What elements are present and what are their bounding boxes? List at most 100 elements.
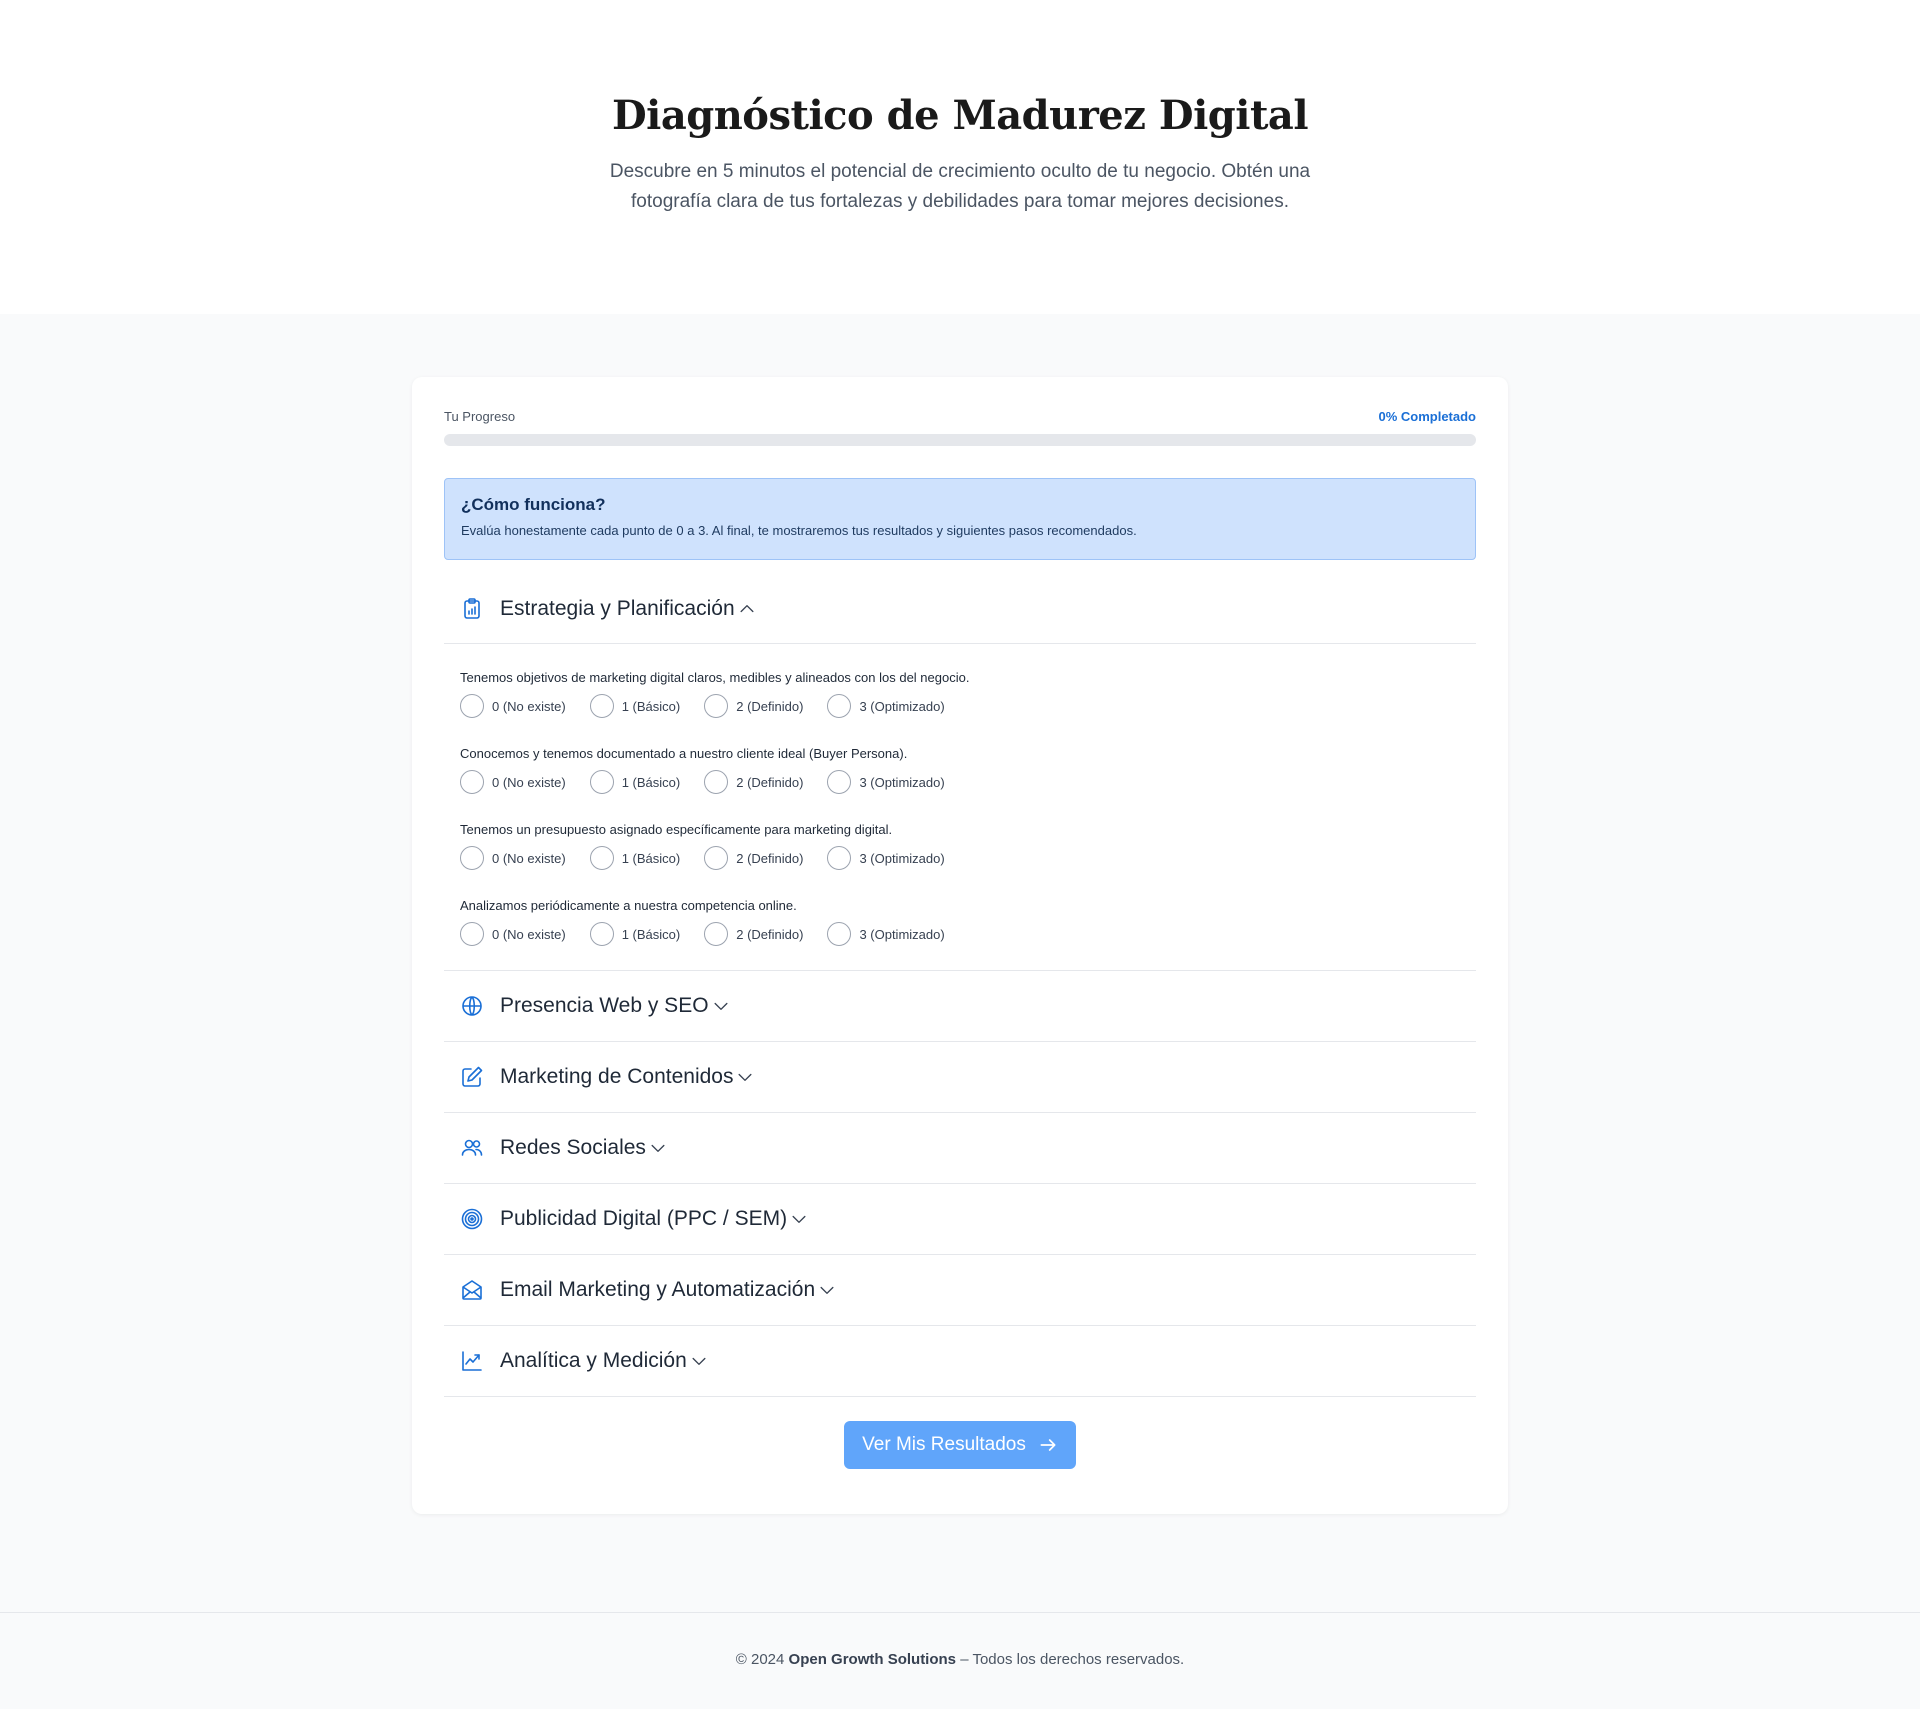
rating-option-1[interactable]: 1 (Básico): [589, 694, 680, 718]
question-list: Tenemos objetivos de marketing digital c…: [444, 644, 1476, 970]
chevron-down-icon: [817, 1280, 837, 1300]
footer-rights: – Todos los derechos reservados.: [960, 1651, 1185, 1668]
main-area: Tu Progreso 0% Completado ¿Cómo funciona…: [0, 314, 1920, 1612]
rating-option-2[interactable]: 2 (Definido): [704, 770, 803, 794]
arrow-right-icon: [1038, 1435, 1058, 1455]
progress-header: Tu Progreso 0% Completado: [444, 409, 1476, 424]
edit-icon: [460, 1065, 484, 1089]
radio-button[interactable]: [704, 694, 729, 718]
clipboard-chart-icon: [460, 597, 484, 621]
question-text: Tenemos un presupuesto asignado específi…: [460, 822, 893, 837]
section-title: Redes Sociales: [500, 1136, 646, 1159]
section: Email Marketing y Automatización: [444, 1255, 1476, 1326]
footer-copyright: © 2024: [735, 1651, 785, 1668]
radio-button[interactable]: [827, 922, 852, 946]
radio-button[interactable]: [460, 846, 484, 870]
question: Conocemos y tenemos documentado a nuestr…: [460, 746, 1460, 794]
radio-button[interactable]: [704, 770, 729, 794]
rating-option-0[interactable]: 0 (No existe): [460, 922, 566, 946]
question: Analizamos periódicamente a nuestra comp…: [460, 898, 1460, 946]
section: Marketing de Contenidos: [444, 1042, 1476, 1113]
info-title: ¿Cómo funciona?: [461, 495, 606, 514]
section-toggle[interactable]: Email Marketing y Automatización: [444, 1255, 1476, 1325]
rating-option-label: 0 (No existe): [492, 850, 566, 866]
rating-option-label: 0 (No existe): [492, 774, 566, 790]
rating-option-2[interactable]: 2 (Definido): [704, 846, 803, 870]
radio-button[interactable]: [827, 770, 852, 794]
section-toggle[interactable]: Analítica y Medición: [444, 1326, 1476, 1396]
section-toggle[interactable]: Estrategia y Planificación: [444, 574, 1476, 644]
question-text: Tenemos objetivos de marketing digital c…: [460, 670, 970, 685]
sections-list: Estrategia y Planificación Tenemos objeti…: [444, 574, 1476, 1397]
radio-button[interactable]: [589, 846, 614, 870]
section-title: Analítica y Medición: [500, 1349, 687, 1372]
radio-button[interactable]: [704, 922, 729, 946]
footer-brand: Open Growth Solutions: [788, 1651, 957, 1668]
section: Redes Sociales: [444, 1113, 1476, 1184]
section-toggle[interactable]: Redes Sociales: [444, 1113, 1476, 1183]
chevron-down-icon: [711, 996, 731, 1016]
rating-option-label: 2 (Definido): [736, 850, 804, 866]
radio-button[interactable]: [589, 694, 614, 718]
rating-option-label: 1 (Básico): [621, 926, 681, 942]
rating-option-3[interactable]: 3 (Optimizado): [827, 922, 945, 946]
question: Tenemos un presupuesto asignado específi…: [460, 822, 1460, 870]
radio-button[interactable]: [460, 922, 484, 946]
section-title: Email Marketing y Automatización: [500, 1278, 816, 1301]
rating-options: 0 (No existe) 1 (Básico) 2 (Definido) 3 (Op…: [460, 770, 1460, 794]
section-toggle[interactable]: Publicidad Digital (PPC / SEM): [444, 1184, 1476, 1254]
rating-option-1[interactable]: 1 (Básico): [589, 770, 681, 794]
progress-label: Tu Progreso: [444, 409, 516, 424]
info-box: ¿Cómo funciona? Evalúa honestamente cada…: [444, 478, 1476, 560]
rating-option-2[interactable]: 2 (Definido): [704, 694, 803, 718]
section-title: Estrategia y Planificación: [500, 596, 735, 620]
footer: © 2024 Open Growth Solutions – Todos los…: [0, 1612, 1920, 1709]
rating-option-3[interactable]: 3 (Optimizado): [827, 770, 945, 794]
section-title: Presencia Web y SEO: [500, 994, 709, 1017]
rating-option-label: 3 (Optimizado): [859, 698, 945, 714]
globe-icon: [460, 994, 484, 1018]
radio-button[interactable]: [827, 694, 852, 718]
rating-option-label: 2 (Definido): [736, 926, 804, 942]
info-text: Evalúa honestamente cada punto de 0 a 3.…: [461, 523, 1137, 538]
rating-option-0[interactable]: 0 (No existe): [460, 694, 566, 718]
section: Publicidad Digital (PPC / SEM): [444, 1184, 1476, 1255]
section: Presencia Web y SEO: [444, 971, 1476, 1042]
view-results-button[interactable]: Ver Mis Resultados: [844, 1421, 1076, 1469]
rating-option-label: 1 (Básico): [621, 774, 681, 790]
question: Tenemos objetivos de marketing digital c…: [460, 670, 1460, 718]
rating-option-3[interactable]: 3 (Optimizado): [827, 846, 945, 870]
radio-button[interactable]: [460, 770, 484, 794]
radio-button[interactable]: [827, 846, 852, 870]
rating-option-label: 1 (Básico): [621, 850, 681, 866]
radio-button[interactable]: [460, 694, 484, 718]
question-text: Conocemos y tenemos documentado a nuestr…: [460, 746, 908, 761]
rating-option-label: 3 (Optimizado): [859, 850, 945, 866]
section-toggle[interactable]: Marketing de Contenidos: [444, 1042, 1476, 1112]
submit-area: Ver Mis Resultados: [444, 1421, 1476, 1469]
rating-option-2[interactable]: 2 (Definido): [704, 922, 803, 946]
rating-option-1[interactable]: 1 (Básico): [589, 922, 681, 946]
radio-button[interactable]: [589, 770, 614, 794]
rating-option-0[interactable]: 0 (No existe): [460, 770, 566, 794]
line-chart-icon: [460, 1349, 484, 1373]
rating-option-0[interactable]: 0 (No existe): [460, 846, 566, 870]
rating-option-3[interactable]: 3 (Optimizado): [827, 694, 945, 718]
section-toggle[interactable]: Presencia Web y SEO: [444, 971, 1476, 1041]
chevron-down-icon: [689, 1351, 709, 1371]
rating-options: 0 (No existe) 1 (Básico) 2 (Definido) 3 (Op…: [460, 694, 1460, 718]
section: Estrategia y Planificación Tenemos objeti…: [444, 574, 1476, 971]
chevron-down-icon: [735, 1067, 755, 1087]
page-subtitle: Descubre en 5 minutos el potencial de cr…: [609, 161, 1311, 212]
progress-value: 0% Completado: [1378, 409, 1476, 424]
rating-option-label: 2 (Definido): [736, 698, 804, 714]
target-icon: [460, 1207, 484, 1231]
section: Analítica y Medición: [444, 1326, 1476, 1397]
rating-option-label: 0 (No existe): [492, 926, 566, 942]
radio-button[interactable]: [589, 922, 614, 946]
view-results-label: Ver Mis Resultados: [862, 1434, 1026, 1455]
radio-button[interactable]: [704, 846, 729, 870]
rating-option-1[interactable]: 1 (Básico): [589, 846, 681, 870]
chevron-down-icon: [789, 1209, 809, 1229]
section-title: Publicidad Digital (PPC / SEM): [500, 1207, 788, 1230]
